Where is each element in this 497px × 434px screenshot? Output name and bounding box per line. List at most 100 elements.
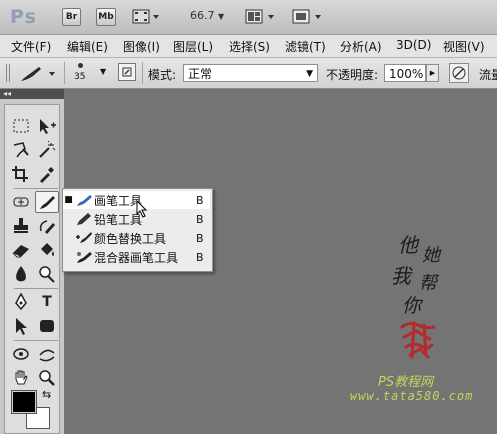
toolbox-separator — [14, 188, 58, 189]
arrange-documents-button[interactable] — [245, 8, 281, 29]
brush-preset-dropdown[interactable]: 35 ▼ — [70, 61, 110, 87]
launch-bridge-button[interactable]: Br — [62, 8, 81, 26]
chevron-down-icon: ▼ — [218, 12, 225, 21]
hand-tool[interactable] — [9, 367, 33, 389]
spot-healing-tool[interactable] — [9, 191, 33, 213]
brush-tip-icon — [78, 63, 83, 68]
toolbox: T ▪ ⇆ — [4, 104, 60, 434]
swap-colors-icon[interactable]: ⇆ — [42, 388, 51, 401]
3d-orbit-tool[interactable] — [35, 343, 59, 365]
move-tool[interactable] — [35, 115, 59, 137]
flyout-item-label: 混合器画笔工具 — [94, 250, 179, 265]
brush-panel-icon — [122, 67, 132, 77]
screen-mode-button[interactable] — [292, 8, 328, 29]
droplet-icon — [16, 266, 26, 282]
dodge-tool[interactable] — [35, 263, 59, 285]
brush-icon — [40, 196, 55, 209]
menu-view[interactable]: 视图(V) — [443, 38, 485, 55]
toolbox-separator — [14, 288, 58, 289]
3d-rotate-icon — [13, 348, 29, 360]
zoom-tool[interactable] — [35, 367, 59, 389]
type-tool[interactable]: T — [35, 291, 59, 313]
brush-panel-toggle[interactable] — [118, 63, 136, 81]
move-icon — [40, 119, 56, 134]
zoom-level-dropdown[interactable]: 66.7 ▼ — [190, 9, 224, 22]
pressure-opacity-button[interactable] — [449, 63, 469, 83]
stamp-icon — [14, 218, 28, 233]
hand-icon — [15, 370, 28, 385]
eraser-tool[interactable] — [9, 239, 33, 261]
launch-mini-bridge-button[interactable]: Mb — [96, 8, 116, 26]
view-extras-button[interactable] — [132, 8, 162, 29]
paint-bucket-tool[interactable] — [35, 239, 59, 261]
shape-tool[interactable] — [35, 315, 59, 337]
brush-tool[interactable] — [35, 191, 59, 213]
menu-edit[interactable]: 编辑(E) — [67, 38, 108, 55]
watermark-char: 她 — [422, 245, 440, 266]
clone-stamp-tool[interactable] — [9, 215, 33, 237]
marquee-tool[interactable] — [9, 115, 33, 137]
foreground-color-swatch[interactable] — [11, 390, 37, 414]
tool-preset-picker[interactable] — [17, 63, 59, 88]
menu-3d[interactable]: 3D(D) — [396, 38, 431, 52]
lasso-tool[interactable] — [9, 139, 33, 161]
brush-size-value: 35 — [74, 72, 86, 82]
menu-layer[interactable]: 图层(L) — [173, 38, 213, 55]
film-strip-icon — [132, 9, 159, 24]
options-bar-grip[interactable] — [4, 61, 13, 85]
layout-grid-icon — [245, 9, 274, 24]
eyedropper-tool[interactable] — [35, 163, 59, 185]
collapse-chevron-icon: ◂◂ — [3, 89, 12, 98]
blend-mode-select[interactable]: 正常 ▼ — [183, 64, 318, 82]
flyout-item-color-replacement-tool[interactable]: 颜色替换工具 B — [63, 229, 210, 247]
brush-preset-icon — [21, 67, 55, 81]
menu-filter[interactable]: 滤镜(T) — [285, 38, 326, 55]
3d-rotate-tool[interactable] — [9, 343, 33, 365]
menu-bar: 文件(F) 编辑(E) 图像(I) 图层(L) 选择(S) 滤镜(T) 分析(A… — [0, 35, 497, 58]
3d-orbit-icon — [39, 349, 55, 362]
pencil-icon — [74, 211, 94, 227]
magic-wand-icon — [39, 141, 56, 158]
watermark-brand: PS教程网 — [378, 375, 434, 390]
history-brush-tool[interactable] — [35, 215, 59, 237]
pen-tool[interactable] — [9, 291, 33, 313]
marquee-icon — [13, 119, 29, 133]
flow-label: 流量 — [479, 68, 497, 82]
mode-label: 模式: — [148, 68, 177, 82]
eyedropper-icon — [40, 167, 54, 183]
mixer-brush-icon — [74, 249, 94, 265]
opacity-input[interactable]: 100% — [384, 64, 426, 82]
dodge-icon — [39, 266, 55, 283]
menu-select[interactable]: 选择(S) — [229, 38, 270, 55]
zoom-value: 66.7 — [190, 9, 215, 22]
eraser-icon — [12, 245, 29, 258]
selected-bullet-icon: ■ — [64, 195, 73, 205]
menu-file[interactable]: 文件(F) — [11, 38, 51, 55]
opacity-slider-toggle[interactable]: ▶ — [426, 64, 439, 82]
blend-mode-value: 正常 — [188, 67, 213, 81]
crop-tool[interactable] — [9, 163, 33, 185]
watermark-url: www.tata580.com — [350, 389, 474, 403]
red-seal-stamp — [400, 321, 436, 359]
watermark-char: 你 — [402, 295, 422, 317]
pen-icon — [15, 293, 27, 311]
watermark-char: 他 — [398, 233, 418, 257]
tools-panel-header[interactable]: ◂◂ — [0, 89, 64, 99]
magic-wand-tool[interactable] — [35, 139, 59, 161]
color-replacement-icon — [74, 230, 94, 246]
magnifier-icon — [39, 370, 55, 386]
rounded-rect-icon — [40, 320, 54, 332]
chevron-down-icon: ▼ — [306, 69, 313, 79]
mouse-pointer-icon — [136, 200, 148, 218]
brush-icon — [74, 192, 94, 208]
menu-analysis[interactable]: 分析(A) — [340, 38, 382, 55]
menu-image[interactable]: 图像(I) — [123, 38, 160, 55]
blur-tool[interactable] — [9, 263, 33, 285]
crop-icon — [12, 166, 28, 182]
path-selection-tool[interactable] — [9, 315, 33, 337]
lasso-icon — [13, 142, 29, 158]
photoshop-logo: Ps — [10, 6, 37, 28]
flyout-item-mixer-brush-tool[interactable]: 混合器画笔工具 B — [63, 248, 210, 266]
separator — [142, 62, 143, 84]
chevron-down-icon: ▼ — [100, 67, 107, 76]
